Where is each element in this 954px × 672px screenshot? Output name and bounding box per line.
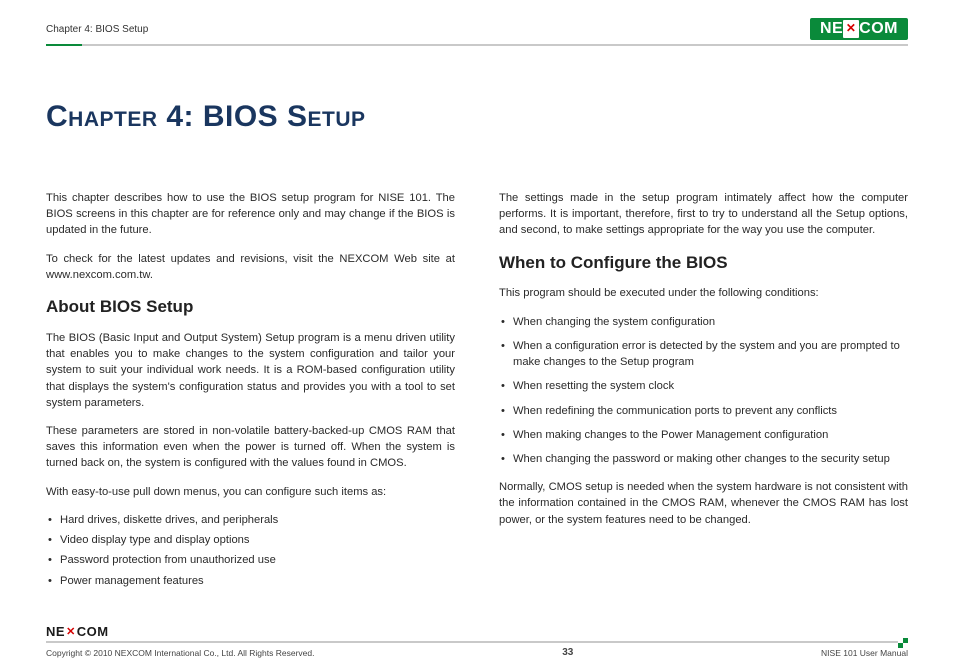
footer-x-icon: ✕ bbox=[65, 625, 77, 638]
list-item: When a configuration error is detected b… bbox=[499, 338, 908, 370]
list-item: When changing the system configuration bbox=[499, 314, 908, 330]
body-paragraph: With easy-to-use pull down menus, you ca… bbox=[46, 484, 455, 500]
body-paragraph: These parameters are stored in non-volat… bbox=[46, 423, 455, 472]
left-column: This chapter describes how to use the BI… bbox=[46, 190, 455, 601]
header-rule bbox=[46, 44, 908, 46]
list-item: Video display type and display options bbox=[46, 532, 455, 548]
heading-when: When to Configure the BIOS bbox=[499, 251, 908, 276]
footer-logo-right: COM bbox=[77, 624, 109, 639]
body-paragraph: The settings made in the setup program i… bbox=[499, 190, 908, 239]
nexcom-logo: NE COM bbox=[810, 18, 908, 40]
page-title: Chapter 4: BIOS Setup bbox=[46, 100, 908, 134]
document-name: NISE 101 User Manual bbox=[821, 648, 908, 658]
list-item: When changing the password or making oth… bbox=[499, 451, 908, 467]
logo-x-icon bbox=[843, 20, 859, 38]
page-number: 33 bbox=[562, 647, 573, 658]
right-column: The settings made in the setup program i… bbox=[499, 190, 908, 601]
body-paragraph: The BIOS (Basic Input and Output System)… bbox=[46, 330, 455, 411]
chapter-label: Chapter 4: BIOS Setup bbox=[46, 24, 148, 35]
body-paragraph: Normally, CMOS setup is needed when the … bbox=[499, 479, 908, 528]
list-item: Hard drives, diskette drives, and periph… bbox=[46, 512, 455, 528]
list-item: Power management features bbox=[46, 573, 455, 589]
list-item: Password protection from unauthorized us… bbox=[46, 552, 455, 568]
copyright-text: Copyright © 2010 NEXCOM International Co… bbox=[46, 648, 314, 658]
list-item: When redefining the communication ports … bbox=[499, 403, 908, 419]
list-item: When making changes to the Power Managem… bbox=[499, 427, 908, 443]
footer-logo-left: NE bbox=[46, 624, 65, 639]
body-paragraph: This program should be executed under th… bbox=[499, 285, 908, 301]
intro-paragraph: This chapter describes how to use the BI… bbox=[46, 190, 455, 239]
logo-text-right: COM bbox=[859, 20, 898, 38]
config-items-list: Hard drives, diskette drives, and periph… bbox=[46, 512, 455, 589]
heading-about: About BIOS Setup bbox=[46, 295, 455, 320]
conditions-list: When changing the system configuration W… bbox=[499, 314, 908, 468]
list-item: When resetting the system clock bbox=[499, 378, 908, 394]
page-footer: NE✕COM Copyright © 2010 NEXCOM Internati… bbox=[46, 624, 908, 658]
footer-rule bbox=[46, 641, 908, 643]
logo-text-left: NE bbox=[820, 20, 843, 38]
footer-logo: NE✕COM bbox=[46, 624, 908, 639]
content-columns: This chapter describes how to use the BI… bbox=[46, 190, 908, 601]
intro-paragraph: To check for the latest updates and revi… bbox=[46, 251, 455, 283]
